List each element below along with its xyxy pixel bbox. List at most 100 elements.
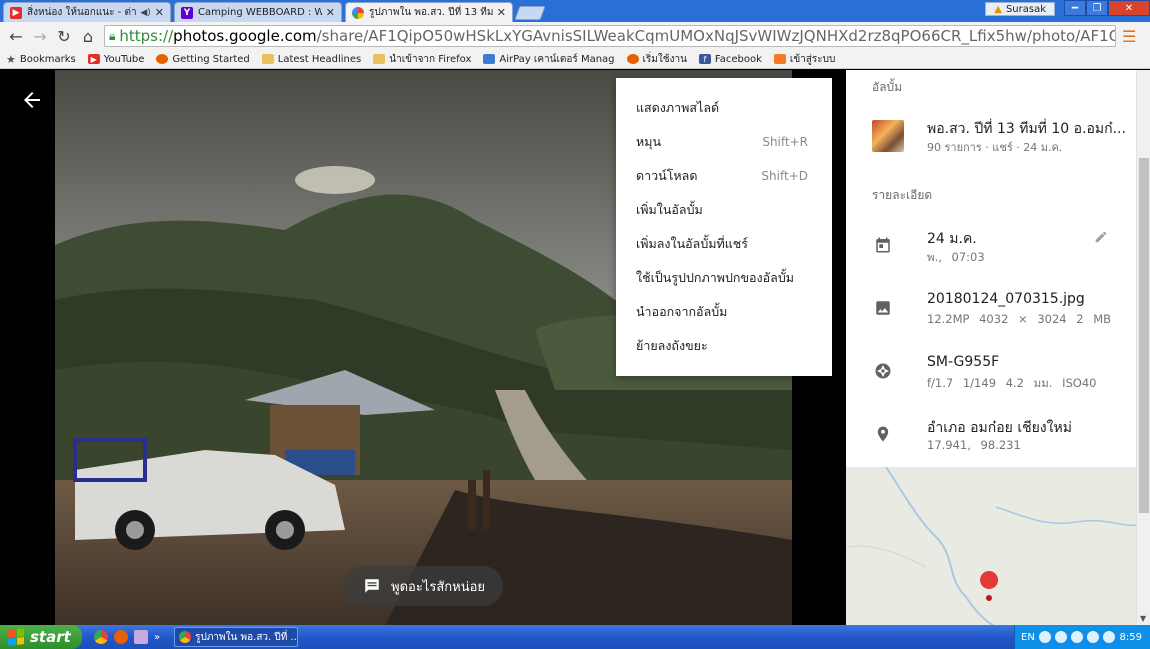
taskbar-item-chrome[interactable]: รูปภาพใน พอ.สว. ปีที่ ... [174, 627, 299, 647]
facebook-icon: f [698, 54, 711, 64]
browser-tab-camping[interactable]: Y Camping WEBBOARD : Week ✕ [174, 2, 342, 22]
bookmark-item[interactable]: Latest Headlines [261, 54, 361, 65]
date-value: 24 ม.ค. [927, 231, 977, 247]
location-map[interactable] [846, 467, 1136, 625]
bookmark-item[interactable]: Getting Started [156, 54, 250, 65]
menu-item-add-to-shared-album[interactable]: เพิ่มลงในอัลบั้มที่แชร์ [616, 227, 832, 261]
security-icon[interactable] [1070, 631, 1083, 643]
menu-item-set-album-cover[interactable]: ใช้เป็นรูปปกภาพปกของอัลบั้ม [616, 261, 832, 295]
language-indicator[interactable]: EN [1021, 632, 1035, 643]
window-controls: ━ ❐ ✕ [1064, 0, 1150, 16]
chrome-icon [179, 631, 192, 643]
photo-context-menu: แสดงภาพสไลด์ หมุน Shift+R ดาวน์โหลด Shift+… [616, 78, 832, 376]
firefox-icon [156, 54, 169, 64]
close-tab-icon[interactable]: ✕ [326, 6, 335, 19]
profile-button[interactable]: ▲ Surasak [985, 2, 1055, 16]
yahoo-icon: Y [181, 6, 193, 19]
scrollbar-thumb[interactable] [1139, 158, 1149, 513]
bookmark-item[interactable]: f Facebook [698, 54, 762, 65]
clock[interactable]: 8:59 [1120, 632, 1142, 643]
bookmark-item[interactable]: เริ่มใช้งาน [626, 52, 687, 67]
location-name: อำเภอ อมก๋อย เชียงใหม่ [927, 420, 1072, 436]
map-illustration [846, 467, 1136, 625]
tray-back-icon[interactable] [1038, 631, 1051, 643]
back-button[interactable]: ← [4, 24, 28, 48]
maximize-button[interactable]: ❐ [1086, 0, 1108, 16]
login-icon [773, 54, 786, 64]
new-tab-button[interactable] [514, 6, 546, 20]
windows-flag-icon [8, 628, 24, 646]
browser-tab-youtube[interactable]: ▶ สิ่งหน่อง ให้นอกแนะ - ต่ายป ◀) ✕ [3, 2, 171, 22]
app-icon[interactable] [134, 630, 148, 644]
browser-menu-icon[interactable]: ☰ [1122, 27, 1136, 46]
network-icon[interactable] [1054, 631, 1067, 643]
file-info: 12.2MP 4032 × 3024 2 MB [927, 312, 1112, 326]
bookmark-item[interactable]: ★ Bookmarks [6, 53, 76, 66]
menu-item-rotate[interactable]: หมุน Shift+R [616, 125, 832, 159]
start-label: start [30, 628, 71, 646]
lock-icon: 🔒︎ [109, 28, 116, 43]
menu-item-download[interactable]: ดาวน์โหลด Shift+D [616, 159, 832, 193]
menu-item-slideshow[interactable]: แสดงภาพสไลด์ [616, 91, 832, 125]
firefox-icon[interactable] [114, 630, 128, 644]
message-icon[interactable] [1102, 631, 1115, 643]
google-photos-icon [352, 6, 364, 19]
bookmark-item[interactable]: AirPay เคาน์เตอร์ Manag [483, 52, 615, 67]
home-icon: ⌂ [82, 26, 94, 46]
folder-icon [373, 54, 386, 64]
edit-pencil-icon[interactable] [1094, 230, 1108, 244]
bookmark-item[interactable]: เข้าสู่ระบบ [773, 52, 835, 67]
address-bar[interactable]: 🔒︎ https:// photos.google.com /share/AF1… [104, 25, 1116, 47]
menu-item-move-to-trash[interactable]: ย้ายลงถังขยะ [616, 329, 832, 363]
quick-launch [94, 630, 148, 644]
url-path: /share/AF1QipO50wHSkLxYGAvnisSILWeakCqmU… [316, 27, 1115, 45]
location-row: อำเภอ อมก๋อย เชียงใหม่ 17.941, 98.231 [846, 417, 1136, 467]
album-title[interactable]: พอ.สว. ปีที่ 13 ทีมที่ 10 อ.อมก๋... [927, 118, 1126, 140]
firefox-icon [626, 54, 639, 64]
date-detail: พ., 07:03 [927, 250, 985, 264]
profile-name: Surasak [1005, 3, 1046, 15]
home-button[interactable]: ⌂ [76, 24, 100, 48]
file-row: 20180124_070315.jpg 12.2MP 4032 × 3024 2… [846, 291, 1136, 341]
album-thumbnail[interactable] [872, 120, 904, 152]
speaker-icon[interactable]: ◀) [140, 8, 150, 18]
bookmark-item[interactable]: ▶ YouTube [87, 54, 144, 65]
camera-row: SM-G955F f/1.7 1/149 4.2 มม. ISO40 [846, 354, 1136, 404]
reload-button[interactable]: ↻ [52, 24, 76, 48]
warning-icon: ▲ [994, 3, 1002, 15]
scroll-down-icon[interactable]: ▼ [1140, 614, 1146, 623]
system-tray: EN 8:59 [1014, 625, 1150, 649]
volume-icon[interactable] [1086, 631, 1099, 643]
camera-model: SM-G955F [927, 354, 1000, 370]
comment-button[interactable]: พูดอะไรสักหน่อย [343, 566, 503, 606]
comment-label: พูดอะไรสักหน่อย [391, 579, 486, 595]
folder-icon [261, 54, 274, 64]
forward-button[interactable]: → [28, 24, 52, 48]
close-tab-icon[interactable]: ✕ [497, 6, 506, 19]
start-button[interactable]: start [0, 625, 82, 649]
bookmark-item[interactable]: นำเข้าจาก Firefox [373, 52, 471, 67]
menu-item-add-to-album[interactable]: เพิ่มในอัลบั้ม [616, 193, 832, 227]
close-tab-icon[interactable]: ✕ [155, 6, 164, 19]
shortcut-hint: Shift+R [762, 135, 808, 149]
camera-settings: f/1.7 1/149 4.2 มม. ISO40 [927, 376, 1097, 390]
date-row: 24 ม.ค. พ., 07:03 [846, 228, 1136, 278]
details-heading: รายละเอียด [872, 188, 933, 202]
panel-scrollbar[interactable]: ▼ [1136, 70, 1150, 625]
comment-icon [365, 579, 379, 593]
chrome-icon[interactable] [94, 630, 108, 644]
location-pin-icon [877, 426, 889, 442]
reload-icon: ↻ [57, 26, 71, 46]
browser-toolbar: ← → ↻ ⌂ 🔒︎ https:// photos.google.com /s… [0, 22, 1150, 50]
quick-launch-more-icon[interactable]: » [154, 632, 160, 643]
back-arrow-icon[interactable] [20, 88, 44, 112]
calendar-icon [876, 237, 890, 253]
url-scheme: https:// [119, 27, 174, 45]
file-name: 20180124_070315.jpg [927, 291, 1085, 307]
close-window-button[interactable]: ✕ [1108, 0, 1150, 16]
menu-item-remove-from-album[interactable]: นำออกจากอัลบั้ม [616, 295, 832, 329]
back-arrow-icon: ← [9, 26, 23, 46]
minimize-button[interactable]: ━ [1064, 0, 1086, 16]
browser-tab-photos[interactable]: รูปภาพใน พอ.สว. ปีที่ 13 ทีมที่ ✕ [345, 2, 513, 22]
aperture-icon [875, 363, 891, 379]
